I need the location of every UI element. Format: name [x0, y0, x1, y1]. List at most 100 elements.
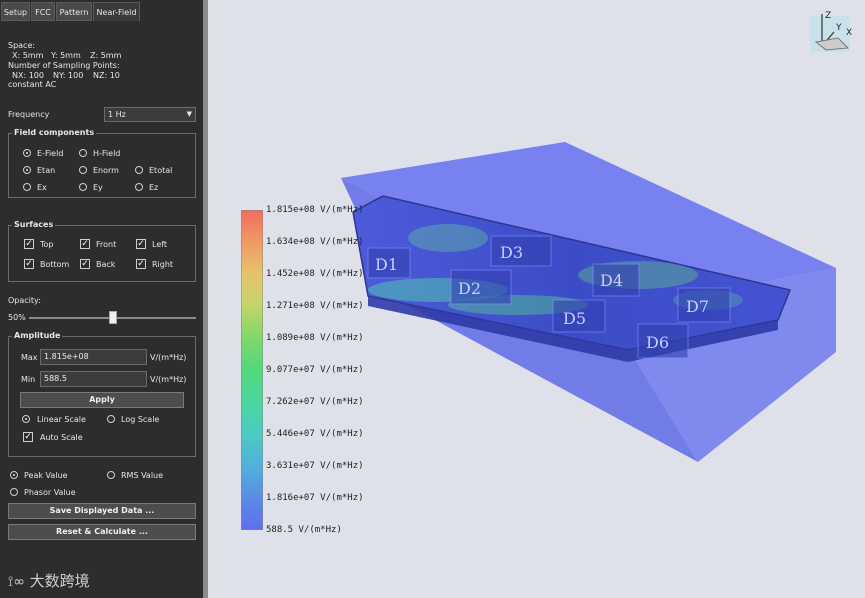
opacity-slider-thumb[interactable]	[108, 311, 117, 324]
color-legend-bar	[241, 210, 263, 530]
legend-tick-label: 1.452e+08 V/(m*Hz)	[266, 269, 364, 279]
label-d1: D1	[375, 255, 398, 274]
rms-value-label: RMS Value	[121, 471, 164, 480]
legend-tick-label: 1.089e+08 V/(m*Hz)	[266, 333, 364, 343]
linear-scale-label: Linear Scale	[37, 415, 86, 424]
linear-scale-radio[interactable]	[22, 415, 30, 423]
control-panel: Setup FCC Pattern Near-Field Space: X: 5…	[0, 0, 203, 598]
ex-label: Ex	[37, 183, 47, 192]
etotal-radio[interactable]	[135, 166, 143, 174]
sampling-ny: NY: 100	[53, 71, 84, 80]
watermark-logo-icon: ⟟∞	[8, 574, 25, 590]
label-d2: D2	[458, 279, 481, 298]
frequency-value: 1 Hz	[108, 110, 126, 119]
label-d3: D3	[500, 243, 523, 262]
tab-near-field[interactable]: Near-Field	[93, 2, 140, 21]
bottom-label: Bottom	[40, 260, 70, 269]
tab-setup[interactable]: Setup	[1, 2, 30, 21]
apply-button[interactable]: Apply	[20, 392, 184, 408]
efield-label: E-Field	[37, 149, 64, 158]
y-axis-label: Y	[835, 23, 842, 33]
opacity-label: Opacity:	[8, 296, 41, 305]
phasor-value-radio[interactable]	[10, 488, 18, 496]
label-d7: D7	[686, 297, 709, 316]
legend-tick-label: 1.815e+08 V/(m*Hz)	[266, 205, 364, 215]
hfield-radio[interactable]	[79, 149, 87, 157]
legend-tick-label: 5.446e+07 V/(m*Hz)	[266, 429, 364, 439]
ey-label: Ey	[93, 183, 103, 192]
back-checkbox[interactable]: ✓	[80, 259, 90, 269]
hfield-label: H-Field	[93, 149, 121, 158]
rms-value-radio[interactable]	[107, 471, 115, 479]
min-input[interactable]: 588.5	[40, 371, 147, 387]
surfaces-group	[8, 225, 196, 282]
log-scale-radio[interactable]	[107, 415, 115, 423]
label-d4: D4	[600, 271, 623, 290]
space-x: X: 5mm	[12, 51, 44, 60]
right-label: Right	[152, 260, 174, 269]
peak-value-label: Peak Value	[24, 471, 68, 480]
legend-tick-label: 1.816e+07 V/(m*Hz)	[266, 493, 364, 503]
back-label: Back	[96, 260, 116, 269]
bottom-checkbox[interactable]: ✓	[24, 259, 34, 269]
legend-tick-label: 1.634e+08 V/(m*Hz)	[266, 237, 364, 247]
field-components-title: Field components	[12, 128, 97, 138]
max-label: Max	[21, 353, 38, 362]
min-unit: V/(m*Hz)	[150, 375, 187, 384]
auto-scale-checkbox[interactable]: ✓	[23, 432, 33, 442]
legend-tick-label: 9.077e+07 V/(m*Hz)	[266, 365, 364, 375]
frequency-label: Frequency	[8, 110, 50, 119]
max-unit: V/(m*Hz)	[150, 353, 187, 362]
ez-label: Ez	[149, 183, 159, 192]
etotal-label: Etotal	[149, 166, 173, 175]
field-scene: D1 D2 D3 D4 D5 D6 D7	[341, 142, 836, 462]
reset-calculate-button[interactable]: Reset & Calculate ...	[8, 524, 196, 540]
surfaces-title: Surfaces	[12, 220, 56, 230]
ez-radio[interactable]	[135, 183, 143, 191]
field-hotspot	[408, 224, 488, 252]
3d-viewport[interactable]: D1 D2 D3 D4 D5 D6 D7 1.815e+08 V/(m*Hz) …	[208, 0, 865, 598]
legend-tick-label: 1.271e+08 V/(m*Hz)	[266, 301, 364, 311]
frequency-select[interactable]: 1 Hz ▼	[104, 107, 196, 122]
top-label: Top	[40, 240, 54, 249]
chevron-down-icon: ▼	[186, 110, 192, 118]
watermark: ⟟∞ 大数跨境	[8, 570, 90, 591]
amplitude-title: Amplitude	[12, 331, 63, 341]
auto-scale-label: Auto Scale	[40, 433, 83, 442]
space-z: Z: 5mm	[90, 51, 122, 60]
etan-radio[interactable]	[23, 166, 31, 174]
z-axis-label: Z	[825, 11, 831, 21]
front-label: Front	[96, 240, 117, 249]
x-axis-label: X	[846, 28, 853, 38]
tab-pattern[interactable]: Pattern	[56, 2, 92, 21]
log-scale-label: Log Scale	[121, 415, 160, 424]
mode-label: constant AC	[8, 80, 57, 89]
sampling-nz: NZ: 10	[93, 71, 120, 80]
opacity-value: 50%	[8, 313, 26, 322]
right-checkbox[interactable]: ✓	[136, 259, 146, 269]
top-checkbox[interactable]: ✓	[24, 239, 34, 249]
tab-fcc[interactable]: FCC	[31, 2, 55, 21]
max-input[interactable]: 1.815e+08	[40, 349, 147, 365]
label-d6: D6	[646, 333, 669, 352]
legend-tick-label: 7.262e+07 V/(m*Hz)	[266, 397, 364, 407]
save-displayed-data-button[interactable]: Save Displayed Data ...	[8, 503, 196, 519]
left-label: Left	[152, 240, 168, 249]
space-label: Space:	[8, 41, 36, 50]
efield-radio[interactable]	[23, 149, 31, 157]
legend-tick-label: 3.631e+07 V/(m*Hz)	[266, 461, 364, 471]
enorm-label: Enorm	[93, 166, 119, 175]
peak-value-radio[interactable]	[10, 471, 18, 479]
ey-radio[interactable]	[79, 183, 87, 191]
space-y: Y: 5mm	[51, 51, 81, 60]
min-label: Min	[21, 375, 36, 384]
left-checkbox[interactable]: ✓	[136, 239, 146, 249]
label-d5: D5	[563, 309, 586, 328]
sampling-label: Number of Sampling Points:	[8, 61, 120, 70]
ex-radio[interactable]	[23, 183, 31, 191]
front-checkbox[interactable]: ✓	[80, 239, 90, 249]
etan-label: Etan	[37, 166, 56, 175]
enorm-radio[interactable]	[79, 166, 87, 174]
phasor-value-label: Phasor Value	[24, 488, 76, 497]
watermark-text: 大数跨境	[29, 572, 90, 590]
